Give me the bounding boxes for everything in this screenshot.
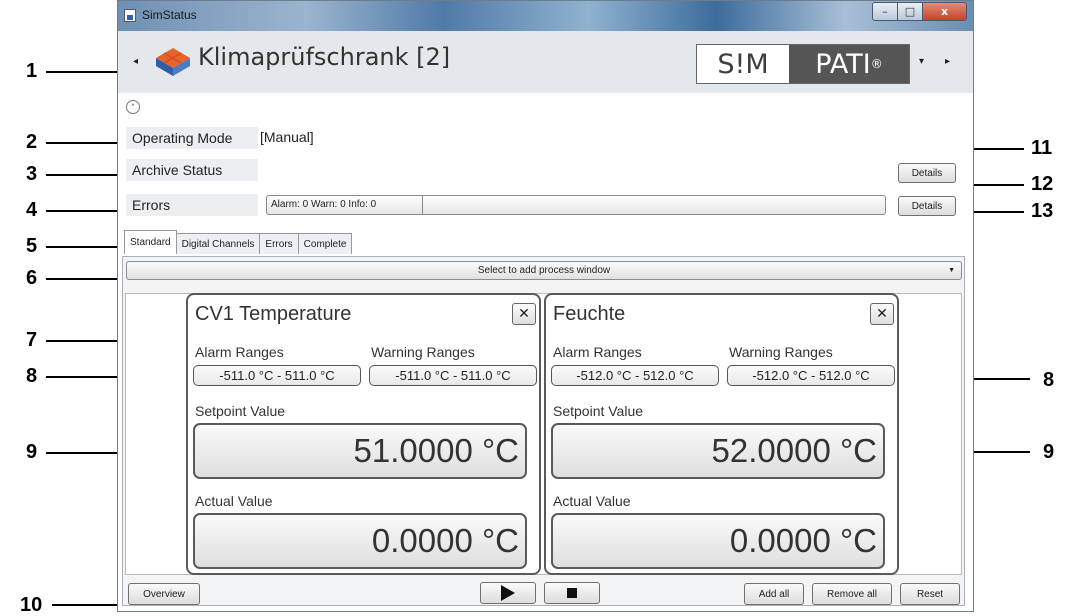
process-window-select-label: Select to add process window (477, 265, 611, 276)
stop-icon (567, 588, 577, 598)
tab-standard[interactable]: Standard (124, 230, 177, 254)
callout-line-1 (46, 71, 122, 73)
add-all-button[interactable]: Add all (744, 583, 804, 605)
callout-7: 7 (26, 329, 38, 351)
app-heading: Klimaprüfschrank [2] (198, 43, 451, 71)
errors-summary-bar: Alarm: 0 Warn: 0 Info: 0 (266, 195, 886, 215)
callout-11: 11 (1031, 137, 1053, 159)
archive-status-label: Archive Status (126, 159, 258, 181)
window-title: SimStatus (142, 8, 197, 22)
actual-label: Actual Value (553, 493, 631, 509)
tab-bar: Standard Digital Channels Errors Complet… (124, 230, 353, 254)
callout-1: 1 (26, 60, 38, 82)
warning-ranges-label: Warning Ranges (371, 344, 475, 360)
callout-13: 13 (1031, 200, 1054, 222)
simpati-logo: S!M PATI ® (696, 44, 910, 84)
overview-button[interactable]: Overview (128, 583, 200, 605)
callout-line-3 (46, 174, 126, 176)
alarm-ranges-label: Alarm Ranges (195, 344, 284, 360)
tab-complete[interactable]: Complete (297, 233, 353, 254)
setpoint-value[interactable]: 52.0000 °C (551, 423, 885, 479)
tab-digital-channels[interactable]: Digital Channels (175, 233, 261, 254)
actual-label: Actual Value (195, 493, 273, 509)
process-window-cv1: CV1 Temperature ✕ Alarm Ranges Warning R… (186, 293, 541, 575)
alarm-range-value: -511.0 °C - 511.0 °C (193, 365, 361, 386)
actual-value: 0.0000 °C (551, 513, 885, 569)
play-icon (501, 585, 515, 601)
logo-sim: S!M (717, 48, 769, 80)
callout-line-4 (46, 210, 126, 212)
panel-title: Feuchte (553, 303, 626, 325)
logo-pati: PATI ® (789, 45, 909, 83)
panel-title: CV1 Temperature (195, 303, 352, 325)
play-button[interactable] (480, 582, 536, 604)
process-window-select[interactable]: Select to add process window ▼ (126, 261, 962, 280)
setpoint-value[interactable]: 51.0000 °C (193, 423, 527, 479)
close-icon[interactable]: ✕ (512, 303, 536, 325)
errors-summary-text: Alarm: 0 Warn: 0 Info: 0 (267, 196, 423, 214)
maximize-button[interactable]: □ (898, 2, 923, 21)
client-area: ◂ Klimaprüfschrank [2] S!M PATI ® ▾ ▸ ˄ O… (118, 31, 973, 611)
operating-mode-label: Operating Mode (126, 127, 258, 149)
callout-9-right: 9 (1043, 441, 1055, 463)
window-controls: – □ x (872, 2, 967, 21)
callout-3: 3 (26, 163, 38, 185)
archive-details-button[interactable]: Details (898, 163, 956, 183)
operating-mode-value: [Manual] (260, 129, 314, 145)
callout-line-2 (46, 142, 126, 144)
logo-pati-text: PATI (815, 48, 871, 80)
tab-errors[interactable]: Errors (259, 233, 299, 254)
dropdown-arrow-icon[interactable]: ▾ (919, 56, 924, 67)
callout-6: 6 (26, 267, 38, 289)
close-window-button[interactable]: x (923, 2, 967, 21)
title-bar[interactable]: SimStatus – □ x (118, 1, 973, 31)
callout-line-6 (46, 278, 122, 280)
callout-line-5 (46, 246, 124, 248)
app-icon (124, 9, 136, 22)
callout-10: 10 (20, 594, 43, 616)
minimize-button[interactable]: – (872, 2, 898, 21)
callout-8-left: 8 (26, 365, 38, 387)
errors-details-button[interactable]: Details (898, 196, 956, 216)
alarm-range-value: -512.0 °C - 512.0 °C (551, 365, 719, 386)
warning-range-value: -511.0 °C - 511.0 °C (369, 365, 537, 386)
alarm-ranges-label: Alarm Ranges (553, 344, 642, 360)
remove-all-button[interactable]: Remove all (812, 583, 892, 605)
actual-value: 0.0000 °C (193, 513, 527, 569)
callout-9-left: 9 (26, 441, 38, 463)
setpoint-label: Setpoint Value (195, 403, 286, 419)
callout-2: 2 (26, 131, 38, 153)
app-header: ◂ Klimaprüfschrank [2] S!M PATI ® ▾ ▸ (118, 31, 973, 93)
collapse-icon[interactable]: ˄ (126, 100, 140, 114)
chevron-down-icon: ▼ (948, 267, 955, 274)
stop-button[interactable] (544, 582, 600, 604)
next-arrow-icon[interactable]: ▸ (945, 56, 950, 67)
reset-button[interactable]: Reset (900, 583, 960, 605)
callout-5: 5 (26, 235, 38, 257)
process-window-feuchte: Feuchte ✕ Alarm Ranges Warning Ranges -5… (544, 293, 899, 575)
callout-4: 4 (26, 199, 38, 221)
warning-ranges-label: Warning Ranges (729, 344, 833, 360)
setpoint-label: Setpoint Value (553, 403, 644, 419)
prev-arrow-icon[interactable]: ◂ (133, 56, 138, 67)
errors-label: Errors (126, 194, 258, 216)
callout-8-right: 8 (1043, 369, 1055, 391)
logo-registered: ® (870, 57, 883, 71)
app-window: SimStatus – □ x ◂ Klimaprüfschrank [2] S… (117, 0, 974, 612)
close-icon[interactable]: ✕ (870, 303, 894, 325)
cube-logo-icon (156, 48, 190, 76)
warning-range-value: -512.0 °C - 512.0 °C (727, 365, 895, 386)
callout-12: 12 (1031, 173, 1054, 195)
